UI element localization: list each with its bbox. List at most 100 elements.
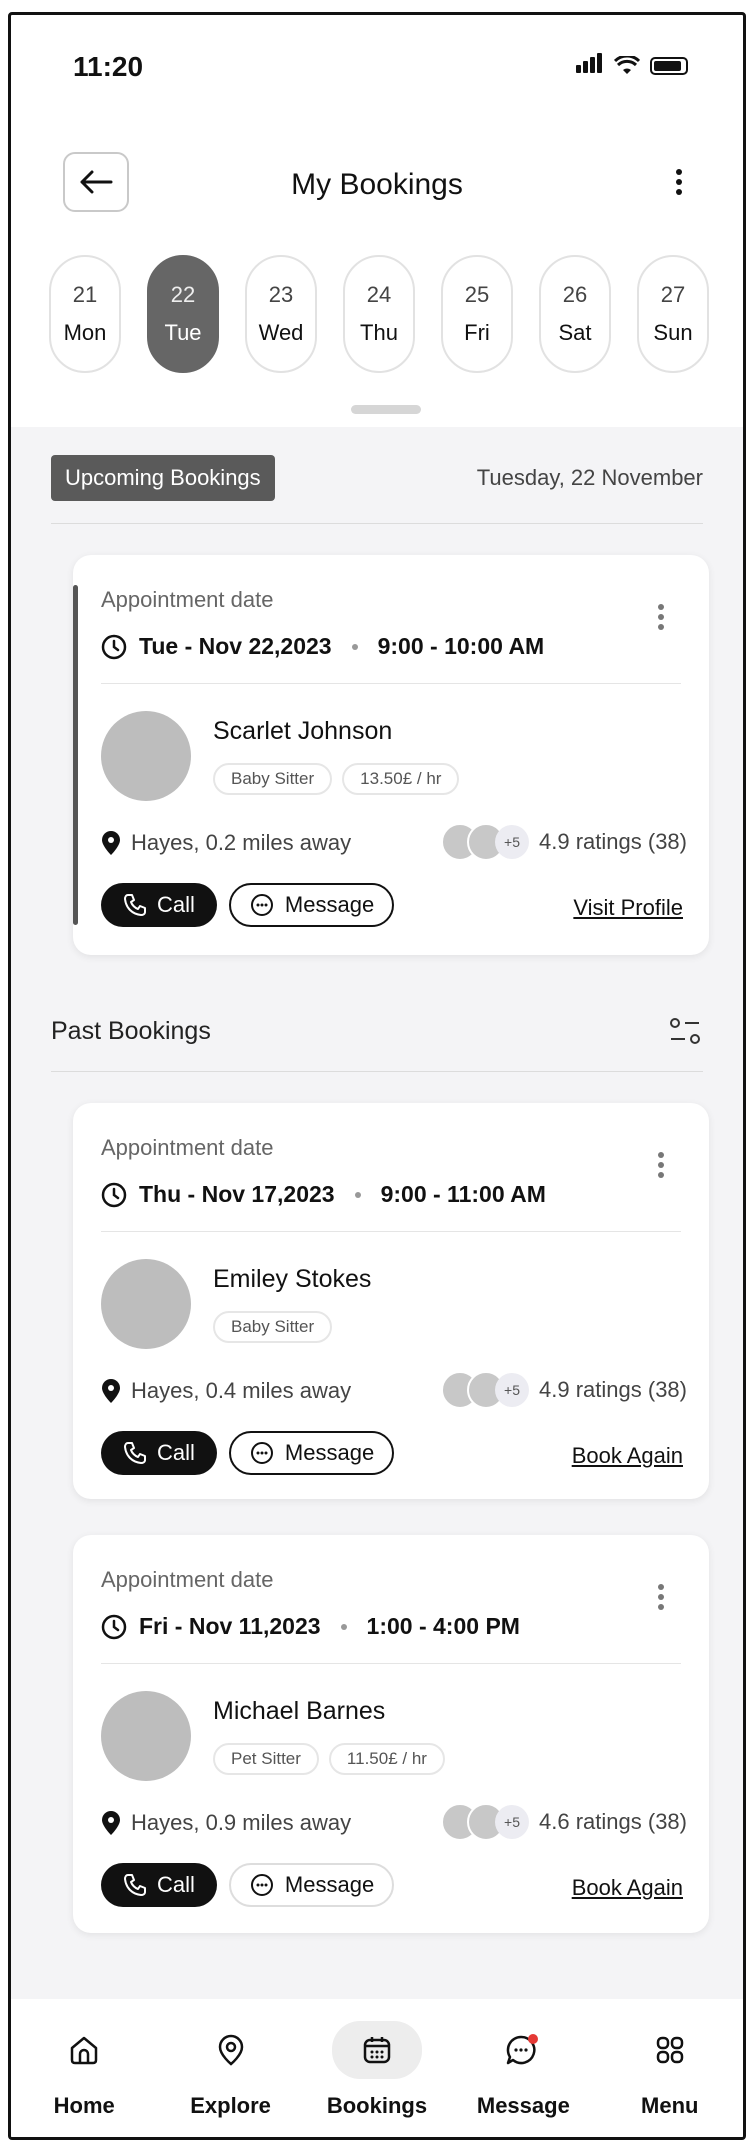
chat-bubble-icon bbox=[250, 1874, 273, 1896]
date-pill-wed[interactable]: 23 Wed bbox=[245, 255, 317, 373]
appointment-time: 9:00 - 11:00 AM bbox=[380, 1181, 546, 1207]
dot-separator bbox=[354, 1191, 361, 1198]
status-icons bbox=[576, 53, 688, 78]
more-reviewers-count: +5 bbox=[495, 1373, 530, 1407]
call-button[interactable]: Call bbox=[101, 1863, 217, 1907]
nav-menu[interactable]: Menu bbox=[605, 2001, 735, 2137]
location-text: Hayes, 0.2 miles away bbox=[131, 830, 352, 855]
status-bar: 11:20 bbox=[11, 15, 743, 125]
location-icon bbox=[186, 2021, 276, 2079]
battery-icon bbox=[650, 56, 688, 75]
upcoming-badge: Upcoming Bookings bbox=[51, 455, 275, 501]
date-pill-thu[interactable]: 24 Thu bbox=[343, 255, 415, 373]
date-day: 23 bbox=[268, 282, 294, 307]
date-day: 25 bbox=[464, 282, 490, 307]
bottom-nav: Home Explore Bookings Message Menu bbox=[11, 2001, 743, 2137]
message-button[interactable]: Message bbox=[228, 883, 395, 927]
card-divider bbox=[101, 1663, 681, 1664]
divider bbox=[51, 523, 703, 524]
booking-card-past: Appointment date Thu - Nov 17,2023 9:00 … bbox=[73, 1103, 709, 1499]
location-text: Hayes, 0.9 miles away bbox=[131, 1810, 352, 1835]
date-pill-sun[interactable]: 27 Sun bbox=[637, 255, 709, 373]
card-accent-bar bbox=[73, 585, 78, 925]
header: My Bookings bbox=[11, 140, 743, 230]
date-weekday: Fri bbox=[464, 320, 490, 345]
appointment-label: Appointment date bbox=[101, 1567, 274, 1592]
appointment-date: Tue - Nov 22,2023 bbox=[139, 633, 332, 659]
card-divider bbox=[101, 683, 681, 684]
card-more-icon[interactable] bbox=[657, 1580, 665, 1614]
call-label: Call bbox=[157, 892, 195, 917]
nav-home[interactable]: Home bbox=[19, 2001, 149, 2137]
past-bookings-title: Past Bookings bbox=[51, 1016, 211, 1045]
appointment-datetime: Thu - Nov 17,2023 9:00 - 11:00 AM bbox=[101, 1181, 546, 1208]
date-day: 27 bbox=[660, 282, 686, 307]
book-again-link[interactable]: Book Again bbox=[572, 1443, 683, 1469]
filter-icon[interactable] bbox=[667, 1015, 703, 1047]
dot-separator bbox=[340, 1623, 347, 1630]
chat-icon bbox=[478, 2021, 568, 2079]
date-pill-mon[interactable]: 21 Mon bbox=[49, 255, 121, 373]
card-more-icon[interactable] bbox=[657, 600, 665, 634]
date-weekday: Tue bbox=[164, 320, 202, 345]
map-pin-icon bbox=[102, 1379, 120, 1403]
booking-card-upcoming: Appointment date Tue - Nov 22,2023 9:00 … bbox=[73, 555, 709, 955]
rating: +5 4.9 ratings (38) bbox=[441, 823, 687, 861]
appointment-label: Appointment date bbox=[101, 1135, 274, 1160]
phone-frame: 11:20 My Bookings 21 Mon 22 Tue 23 Wed 2… bbox=[8, 12, 746, 2140]
avatar[interactable] bbox=[101, 711, 191, 801]
drag-handle[interactable] bbox=[351, 405, 421, 414]
date-day: 22 bbox=[170, 282, 196, 307]
location: Hayes, 0.4 miles away bbox=[101, 1378, 351, 1404]
appointment-date: Thu - Nov 17,2023 bbox=[139, 1181, 335, 1207]
nav-bookings[interactable]: Bookings bbox=[312, 2001, 442, 2137]
appointment-time: 1:00 - 4:00 PM bbox=[366, 1613, 520, 1639]
avatar[interactable] bbox=[101, 1691, 191, 1781]
message-button[interactable]: Message bbox=[228, 1431, 395, 1475]
nav-label: Menu bbox=[641, 2093, 699, 2118]
appointment-label: Appointment date bbox=[101, 587, 274, 612]
more-reviewers-count: +5 bbox=[495, 825, 530, 859]
date-weekday: Wed bbox=[258, 320, 304, 345]
rate-tag: 11.50£ / hr bbox=[328, 1743, 445, 1775]
sitter-name: Michael Barnes bbox=[213, 1697, 386, 1725]
visit-profile-link[interactable]: Visit Profile bbox=[573, 895, 683, 921]
call-button[interactable]: Call bbox=[101, 883, 217, 927]
phone-icon bbox=[124, 1874, 146, 1896]
message-button[interactable]: Message bbox=[228, 1863, 395, 1907]
date-strip: 21 Mon 22 Tue 23 Wed 24 Thu 25 Fri 26 Sa… bbox=[49, 255, 709, 373]
booking-card-past: Appointment date Fri - Nov 11,2023 1:00 … bbox=[73, 1535, 709, 1933]
date-weekday: Thu bbox=[360, 320, 398, 345]
call-button[interactable]: Call bbox=[101, 1431, 217, 1475]
book-again-link[interactable]: Book Again bbox=[572, 1875, 683, 1901]
date-pill-sat[interactable]: 26 Sat bbox=[539, 255, 611, 373]
page-title: My Bookings bbox=[291, 168, 463, 201]
avatar[interactable] bbox=[101, 1259, 191, 1349]
home-icon bbox=[39, 2021, 129, 2079]
date-pill-tue[interactable]: 22 Tue bbox=[147, 255, 219, 373]
date-day: 26 bbox=[562, 282, 588, 307]
rating-text: 4.6 ratings (38) bbox=[539, 1809, 687, 1834]
date-weekday: Sun bbox=[653, 320, 693, 345]
more-reviewers-count: +5 bbox=[495, 1805, 530, 1839]
dot-separator bbox=[351, 643, 358, 650]
phone-icon bbox=[124, 894, 146, 916]
role-tag: Baby Sitter bbox=[213, 1311, 333, 1343]
nav-explore[interactable]: Explore bbox=[166, 2001, 296, 2137]
date-pill-fri[interactable]: 25 Fri bbox=[441, 255, 513, 373]
more-options-icon[interactable] bbox=[673, 165, 685, 199]
wifi-icon bbox=[614, 55, 640, 74]
date-day: 21 bbox=[72, 282, 98, 307]
nav-message[interactable]: Message bbox=[458, 2001, 588, 2137]
upcoming-header: Upcoming Bookings Tuesday, 22 November bbox=[51, 455, 703, 501]
role-tag: Pet Sitter bbox=[213, 1743, 319, 1775]
card-more-icon[interactable] bbox=[657, 1148, 665, 1182]
role-tag: Baby Sitter bbox=[213, 763, 333, 795]
date-day: 24 bbox=[366, 282, 392, 307]
grid-icon bbox=[625, 2021, 715, 2079]
location: Hayes, 0.2 miles away bbox=[101, 830, 351, 856]
card-actions: Call Message bbox=[101, 1863, 395, 1907]
clock-icon bbox=[101, 1182, 127, 1207]
nav-label: Bookings bbox=[326, 2093, 428, 2118]
appointment-datetime: Tue - Nov 22,2023 9:00 - 10:00 AM bbox=[101, 633, 544, 660]
